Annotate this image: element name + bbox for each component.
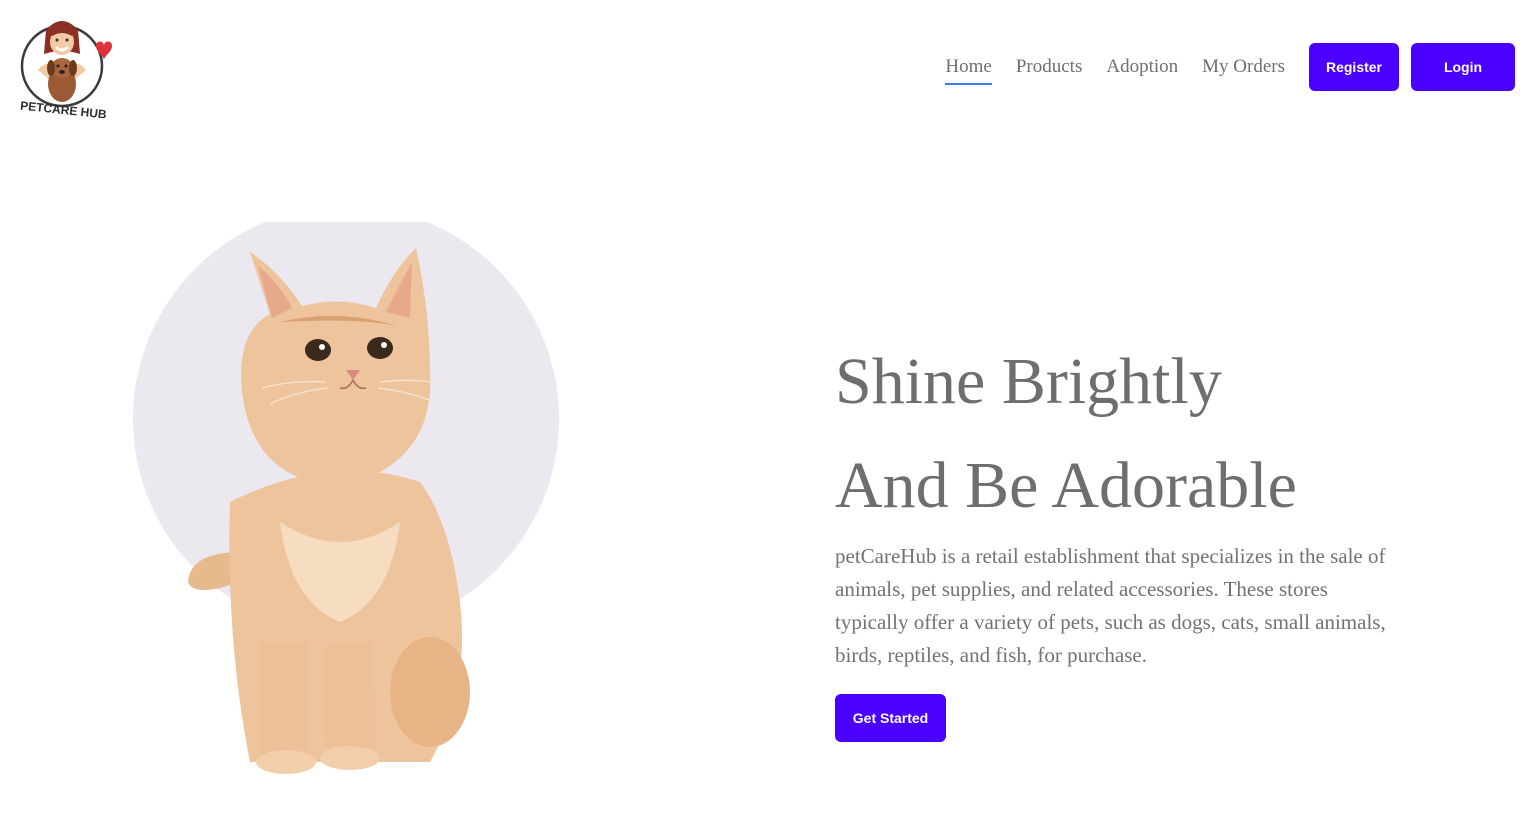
nav-products[interactable]: Products xyxy=(1016,52,1083,82)
main-nav: Home Products Adoption My Orders Registe… xyxy=(945,43,1515,91)
nav-my-orders[interactable]: My Orders xyxy=(1202,52,1285,82)
hero-image xyxy=(130,222,570,782)
petcare-hub-logo[interactable]: PETCARE HUB xyxy=(16,8,112,120)
register-button[interactable]: Register xyxy=(1309,43,1399,91)
hero-text: Shine Brightly And Be Adorable petCareHu… xyxy=(835,330,1395,742)
hero-headline: Shine Brightly And Be Adorable xyxy=(835,330,1395,538)
hero-description: petCareHub is a retail establishment tha… xyxy=(835,544,1386,667)
girl-hugging-dog-heart-logo: PETCARE HUB xyxy=(20,21,112,120)
headline-line-2: And Be Adorable xyxy=(835,449,1297,522)
headline-line-1: Shine Brightly xyxy=(835,345,1222,418)
get-started-button[interactable]: Get Started xyxy=(835,694,946,742)
nav-adoption[interactable]: Adoption xyxy=(1106,52,1178,82)
login-button[interactable]: Login xyxy=(1411,43,1515,91)
nav-home[interactable]: Home xyxy=(945,52,993,85)
orange-kitten-photo xyxy=(133,222,559,774)
